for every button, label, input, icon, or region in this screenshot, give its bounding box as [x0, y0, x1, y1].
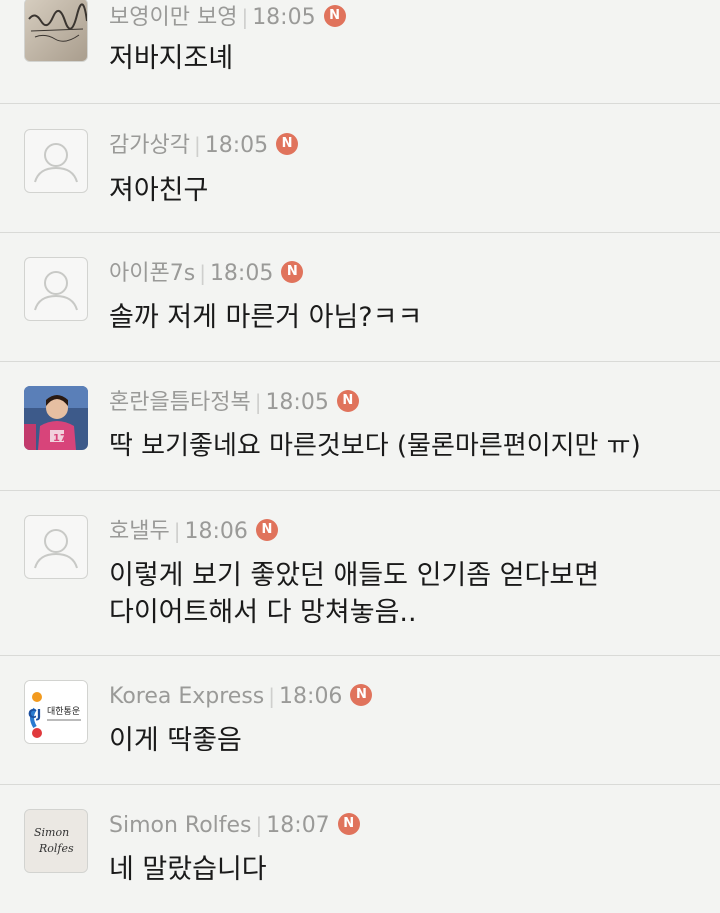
comment-text-line: 저바지조녜 [109, 43, 234, 74]
author-name[interactable]: 호낼두 [109, 519, 170, 544]
svg-text:17: 17 [53, 433, 67, 444]
avatar[interactable] [24, 515, 88, 579]
comment-list: 보영이만 보영 | 18:05 N 저바지조녜 감가상각 | 18:05 N 져아친구 [0, 0, 720, 913]
timestamp: 18:05 [265, 390, 329, 415]
comment-meta: Korea Express | 18:06 N [109, 681, 373, 711]
avatar[interactable]: CJ 대한통운 [24, 680, 88, 744]
comment-text-line: 딱 보기좋네요 마른것보다 (물론마른편이지만 ㅠ) [109, 431, 641, 461]
comment-meta: 보영이만 보영 | 18:05 N [109, 2, 346, 32]
default-user-icon [34, 529, 78, 569]
comment-text-line: 져아친구 [109, 175, 209, 206]
svg-text:Rolfes: Rolfes [38, 842, 74, 855]
comment-item: 보영이만 보영 | 18:05 N 저바지조녜 [0, 0, 720, 104]
signature-icon: Simon Rolfes [25, 810, 87, 872]
comment-text: 저바지조녜 [109, 40, 704, 77]
meta-separator: | [193, 133, 201, 157]
comment-text-line: 이게 딱좋음 [109, 725, 242, 756]
timestamp: 18:05 [204, 133, 269, 158]
meta-separator: | [255, 813, 263, 837]
comment-meta: 감가상각 | 18:05 N [109, 130, 299, 160]
author-name[interactable]: 감가상각 [109, 133, 190, 158]
meta-separator: | [254, 390, 262, 414]
author-name[interactable]: Simon Rolfes [109, 813, 252, 838]
comment-meta: 아이폰7s | 18:05 N [109, 258, 304, 288]
new-badge: N [337, 813, 360, 835]
new-badge: N [350, 684, 373, 706]
comment-text-line: 솔까 저게 마른거 아님?ㅋㅋ [109, 302, 423, 333]
new-badge: N [281, 261, 304, 283]
athlete-photo-icon: 17 [24, 386, 88, 450]
svg-text:CJ: CJ [28, 707, 41, 721]
avatar[interactable] [24, 129, 88, 193]
new-badge: N [336, 390, 359, 412]
new-badge: N [255, 519, 278, 541]
comment-text: 딱 보기좋네요 마른것보다 (물론마른편이지만 ㅠ) [109, 428, 704, 465]
meta-separator: | [241, 5, 249, 29]
avatar[interactable] [24, 0, 88, 62]
comment-item: 감가상각 | 18:05 N 져아친구 [0, 104, 720, 233]
comment-text: 져아친구 [109, 172, 704, 209]
comment-text-line: 네 말랐습니다 [109, 854, 267, 885]
comment-item: 호낼두 | 18:06 N 이렇게 보기 좋았던 애들도 인기좀 얻다보면 다이어트해… [0, 491, 720, 656]
cj-logo-text: 대한통운 [47, 706, 80, 717]
comment-text: 이게 딱좋음 [109, 722, 704, 759]
avatar[interactable] [24, 257, 88, 321]
comment-text-line: 이렇게 보기 좋았던 애들도 인기좀 얻다보면 [109, 560, 600, 591]
comment-meta: 호낼두 | 18:06 N [109, 516, 278, 546]
timestamp: 18:05 [209, 261, 274, 286]
author-name[interactable]: 혼란을틈타정복 [109, 390, 251, 415]
meta-separator: | [173, 519, 181, 543]
svg-text:Simon: Simon [34, 826, 69, 839]
author-name[interactable]: 보영이만 보영 [109, 5, 237, 30]
cj-logo-icon: CJ 대한통운 [25, 681, 87, 743]
default-user-icon [34, 143, 78, 183]
new-badge: N [323, 5, 346, 27]
avatar[interactable]: 17 [24, 386, 88, 450]
comment-text: 이렇게 보기 좋았던 애들도 인기좀 얻다보면 다이어트해서 다 망쳐놓음.. [109, 557, 704, 631]
default-user-icon [34, 271, 78, 311]
comment-text: 네 말랐습니다 [109, 851, 704, 888]
new-badge: N [276, 133, 299, 155]
timestamp: 18:05 [252, 5, 316, 30]
timestamp: 18:06 [184, 519, 248, 544]
comment-item: 17 혼란을틈타정복 | 18:05 N 딱 보기좋네요 마른것보다 (물론마른편이지… [0, 362, 720, 491]
handwriting-photo-icon [25, 0, 87, 61]
comment-item: 아이폰7s | 18:05 N 솔까 저게 마른거 아님?ㅋㅋ [0, 233, 720, 362]
comment-item: Simon Rolfes Simon Rolfes | 18:07 N 네 말랐습니다 [0, 785, 720, 913]
author-name[interactable]: 아이폰7s [109, 261, 195, 286]
comment-text: 솔까 저게 마른거 아님?ㅋㅋ [109, 299, 704, 336]
timestamp: 18:07 [266, 813, 330, 838]
comment-meta: Simon Rolfes | 18:07 N [109, 810, 360, 840]
author-name[interactable]: Korea Express [109, 684, 264, 709]
comment-meta: 혼란을틈타정복 | 18:05 N [109, 387, 359, 417]
meta-separator: | [268, 684, 276, 708]
comment-text-line: 다이어트해서 다 망쳐놓음.. [109, 597, 417, 628]
meta-separator: | [199, 261, 206, 285]
comment-item: CJ 대한통운 Korea Express | 18:06 N 이게 딱좋음 [0, 656, 720, 785]
timestamp: 18:06 [279, 684, 343, 709]
avatar[interactable]: Simon Rolfes [24, 809, 88, 873]
